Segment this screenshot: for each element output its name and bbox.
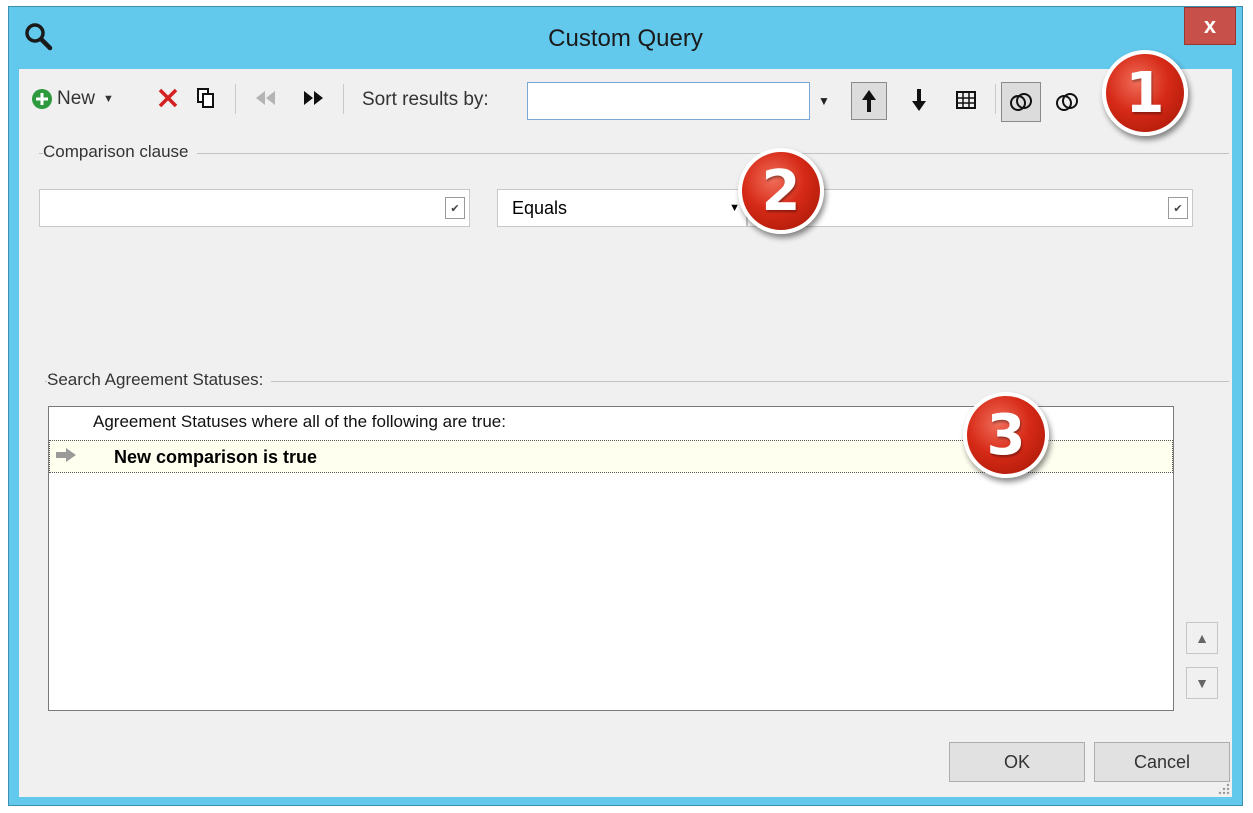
fast-forward-icon <box>304 91 323 105</box>
move-up-button[interactable]: ▲ <box>1186 622 1218 654</box>
condition-text: New comparison is true <box>114 447 318 467</box>
union-icon <box>1056 93 1078 111</box>
next-button[interactable] <box>299 85 329 111</box>
arrow-up-icon <box>862 90 876 112</box>
toolbar: New ▼ Sort results by: ▼ <box>19 69 1232 122</box>
match-any-button[interactable] <box>1049 84 1085 120</box>
chevron-down-icon: ✔ <box>445 197 465 219</box>
dialog-body: New ▼ Sort results by: ▼ Comparison clau… <box>19 69 1232 797</box>
chevron-down-icon: ✔ <box>1168 197 1188 219</box>
custom-query-window: Custom Query x New ▼ Sort results by: ▼ … <box>8 6 1243 806</box>
resize-grip-icon[interactable] <box>1218 783 1230 795</box>
add-icon <box>32 89 52 109</box>
comparison-divider <box>39 153 1229 154</box>
ok-button[interactable]: OK <box>949 742 1085 782</box>
window-title: Custom Query <box>548 25 703 52</box>
cancel-button[interactable]: Cancel <box>1094 742 1230 782</box>
operator-combobox[interactable]: Equals ▼ <box>497 189 747 227</box>
field-combobox[interactable]: ✔ <box>39 189 470 227</box>
sort-input[interactable] <box>527 82 810 120</box>
sort-label: Sort results by: <box>362 89 489 110</box>
new-button[interactable]: New ▼ <box>31 88 114 110</box>
sort-ascending-button[interactable] <box>851 82 887 120</box>
search-label: Search Agreement Statuses: <box>47 370 272 390</box>
previous-button[interactable] <box>251 85 281 111</box>
arrow-down-icon <box>912 89 926 111</box>
condition-list-header: Agreement Statuses where all of the foll… <box>93 412 506 431</box>
toolbar-separator <box>995 84 996 114</box>
sort-dropdown-button[interactable]: ▼ <box>811 82 837 120</box>
match-all-button[interactable] <box>1001 82 1041 122</box>
arrow-up-icon: ▲ <box>1195 630 1209 646</box>
callout-badge: 2 <box>738 148 824 234</box>
field-combobox-button[interactable]: ✔ <box>441 190 469 226</box>
grid-view-button[interactable] <box>953 86 979 114</box>
arrow-down-icon: ▼ <box>1195 675 1209 691</box>
intersect-icon <box>1010 93 1032 111</box>
operator-value: Equals <box>512 198 568 218</box>
move-down-button[interactable]: ▼ <box>1186 667 1218 699</box>
delete-button[interactable] <box>155 85 181 111</box>
arrow-right-icon <box>54 447 78 468</box>
rewind-icon <box>256 91 275 105</box>
copy-icon <box>197 88 214 108</box>
chevron-down-icon[interactable]: ▼ <box>103 93 114 105</box>
delete-icon <box>158 88 178 108</box>
new-button-label: New <box>57 88 96 109</box>
callout-badge: 1 <box>1102 50 1188 136</box>
sort-descending-button[interactable] <box>905 85 933 115</box>
close-button[interactable]: x <box>1184 7 1236 45</box>
toolbar-separator <box>343 84 344 114</box>
value-combobox-button[interactable]: ✔ <box>1164 190 1192 226</box>
callout-badge: 3 <box>963 392 1049 478</box>
grid-icon <box>956 91 976 109</box>
title-bar: Custom Query x <box>9 7 1242 69</box>
copy-button[interactable] <box>193 85 219 111</box>
toolbar-separator <box>235 84 236 114</box>
comparison-clause-label: Comparison clause <box>43 142 197 162</box>
